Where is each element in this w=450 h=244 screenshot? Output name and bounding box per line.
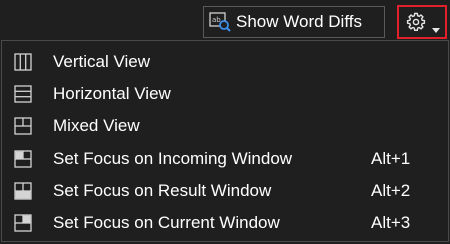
word-diff-search-icon: ab [209,12,231,32]
menu-item-label: Set Focus on Current Window [53,213,280,232]
mixed-view-icon [14,117,32,135]
menu-item-horizontal-view[interactable]: Horizontal View [2,79,448,109]
toolbar: ab Show Word Diffs [0,0,450,40]
horizontal-view-icon [14,85,32,103]
menu-item-mixed-view[interactable]: Mixed View [2,111,448,141]
caret-down-icon [432,20,440,33]
menu-item-shortcut: Alt+1 [371,149,411,168]
show-word-diffs-label: Show Word Diffs [236,12,362,31]
view-options-menu: Vertical View Horizontal View Mixed View… [1,40,449,242]
focus-result-icon [14,182,32,200]
menu-item-label: Set Focus on Result Window [53,181,272,200]
menu-item-shortcut: Alt+2 [371,181,411,200]
focus-current-icon [14,214,32,232]
vertical-view-icon [14,53,32,71]
menu-item-focus-current[interactable]: Set Focus on Current Window Alt+3 [2,208,448,238]
menu-item-focus-incoming[interactable]: Set Focus on Incoming Window Alt+1 [2,144,448,174]
merge-editor-page: ab Show Word Diffs Vertical View Horizon… [0,0,450,244]
menu-item-label: Mixed View [53,116,140,135]
show-word-diffs-button[interactable]: ab Show Word Diffs [203,6,385,38]
settings-dropdown-button[interactable] [397,5,447,39]
menu-item-label: Set Focus on Incoming Window [53,149,293,168]
menu-item-vertical-view[interactable]: Vertical View [2,47,448,77]
gear-icon [406,12,426,32]
menu-item-focus-result[interactable]: Set Focus on Result Window Alt+2 [2,176,448,206]
menu-item-shortcut: Alt+3 [371,213,411,232]
menu-item-label: Vertical View [53,52,151,71]
focus-incoming-icon [14,150,32,168]
menu-item-label: Horizontal View [53,84,171,103]
